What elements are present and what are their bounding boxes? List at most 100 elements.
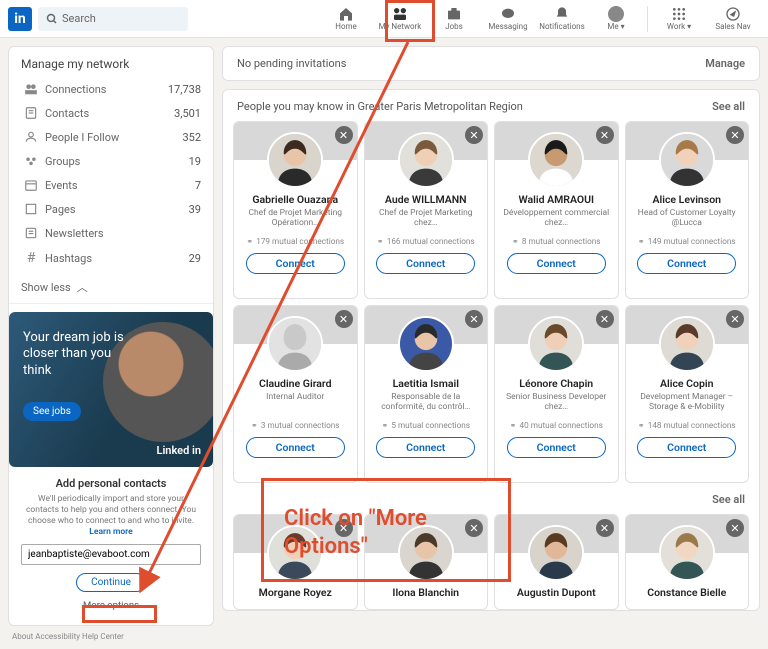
person-name: Walid AMRAOUI [501,194,612,206]
dismiss-button[interactable]: ✕ [465,126,483,144]
person-card[interactable]: ✕Alice LevinsonHead of Customer Loyalty … [625,121,750,299]
person-card[interactable]: ✕Alice CopinDevelopment Manager – Storag… [625,305,750,483]
connect-button[interactable]: Connect [637,437,736,458]
dismiss-button[interactable]: ✕ [596,310,614,328]
avatar [528,525,584,581]
nav-notifications[interactable]: Notifications [535,0,589,38]
manage-item-people-i-follow[interactable]: People I Follow352 [9,125,213,149]
invitations-bar: No pending invitations Manage [222,46,760,81]
connect-button[interactable]: Connect [507,437,606,458]
connect-button[interactable]: Connect [376,437,475,458]
person-role: Internal Auditor [240,392,351,414]
manage-item-pages[interactable]: Pages39 [9,197,213,221]
manage-item-icon [21,130,41,144]
manage-item-count: 7 [195,179,201,192]
add-contacts-desc: We'll periodically import and store your… [21,494,201,538]
compass-icon [725,6,741,22]
manage-item-label: Contacts [45,107,174,120]
manage-item-icon [21,82,41,96]
manage-item-count: 352 [182,131,201,144]
dismiss-button[interactable]: ✕ [726,519,744,537]
dismiss-button[interactable]: ✕ [726,126,744,144]
avatar [659,525,715,581]
avatar [398,132,454,188]
connect-button[interactable]: Connect [246,253,345,274]
link-icon: ⚭ [251,420,258,431]
manage-item-icon [21,202,41,216]
person-card[interactable]: ✕Augustin Dupont [494,514,619,610]
footer-links[interactable]: About Accessibility Help Center [8,626,214,641]
person-role: Head of Customer Loyalty @Lucca [632,208,743,230]
avatar [528,316,584,372]
search-box[interactable]: Search [38,7,188,31]
mutual-connections: ⚭179 mutual connections [240,236,351,247]
nav-messaging[interactable]: Messaging [481,0,535,38]
person-name: Léonore Chapin [501,378,612,390]
manage-item-groups[interactable]: Groups19 [9,149,213,173]
dismiss-button[interactable]: ✕ [335,126,353,144]
dismiss-button[interactable]: ✕ [596,126,614,144]
nav-home[interactable]: Home [319,0,373,38]
manage-item-count: 3,501 [174,107,201,120]
person-card[interactable]: ✕Constance Bielle [625,514,750,610]
show-less-toggle[interactable]: Show less ︿ [9,271,213,303]
avatar [398,316,454,372]
person-card[interactable]: ✕Gabrielle OuazanaChef de Projet Marketi… [233,121,358,299]
global-header: in Search Home My Network Jobs Messaging… [0,0,768,38]
manage-item-label: Connections [45,83,168,96]
person-card[interactable]: ✕Walid AMRAOUIDéveloppement commercial c… [494,121,619,299]
connect-button[interactable]: Connect [376,253,475,274]
person-card[interactable]: ✕Léonore ChapinSenior Business Developer… [494,305,619,483]
continue-button[interactable]: Continue [76,573,146,592]
manage-item-icon [21,154,41,168]
email-field[interactable] [21,544,201,565]
mutual-connections: ⚭8 mutual connections [501,236,612,247]
jobs-icon [446,6,462,22]
manage-item-count: 39 [189,203,201,216]
manage-item-count: 29 [189,252,201,265]
nav-me[interactable]: Me ▾ [589,0,643,38]
connect-button[interactable]: Connect [246,437,345,458]
manage-item-label: Hashtags [45,252,189,265]
nav-separator [647,6,648,32]
dismiss-button[interactable]: ✕ [335,310,353,328]
nav-work[interactable]: Work ▾ [652,0,706,38]
dismiss-button[interactable]: ✕ [596,519,614,537]
add-contacts-title: Add personal contacts [21,477,201,490]
avatar [659,132,715,188]
connect-button[interactable]: Connect [507,253,606,274]
manage-item-hashtags[interactable]: #Hashtags29 [9,245,213,271]
link-icon: ⚭ [512,236,519,247]
linkedin-logo[interactable]: in [8,7,32,31]
manage-item-newsletters[interactable]: Newsletters [9,221,213,245]
link-icon: ⚭ [246,236,253,247]
manage-item-events[interactable]: Events7 [9,173,213,197]
link-icon: ⚭ [638,420,645,431]
nav-sales-nav[interactable]: Sales Nav [706,0,760,38]
dismiss-button[interactable]: ✕ [465,310,483,328]
manage-invitations-link[interactable]: Manage [705,57,745,70]
dismiss-button[interactable]: ✕ [726,310,744,328]
pymk-see-all-link[interactable]: See all [712,100,745,113]
promo-headline: Your dream job is closer than you think [23,330,133,379]
promo-card[interactable]: Your dream job is closer than you think … [9,312,213,467]
person-card[interactable]: ✕Claudine GirardInternal Auditor⚭3 mutua… [233,305,358,483]
promo-cta-button[interactable]: See jobs [23,402,81,421]
pymk-see-all-link-2[interactable]: See all [712,493,745,506]
manage-item-connections[interactable]: Connections17,738 [9,77,213,101]
person-name: Laetitia Ismail [371,378,482,390]
connect-button[interactable]: Connect [637,253,736,274]
person-card[interactable]: ✕Aude WILLMANNChef de Projet Marketing c… [364,121,489,299]
annotation-box-more-options [82,605,157,623]
messaging-icon [500,6,516,22]
link-icon: ⚭ [381,420,388,431]
person-card[interactable]: ✕Laetitia IsmailResponsable de la confor… [364,305,489,483]
learn-more-link[interactable]: Learn more [89,527,132,537]
nav-jobs[interactable]: Jobs [427,0,481,38]
person-name: Morgane Royez [240,587,351,599]
manage-item-icon [21,106,41,120]
search-placeholder: Search [62,12,96,25]
mutual-connections: ⚭5 mutual connections [371,420,482,431]
manage-item-contacts[interactable]: Contacts3,501 [9,101,213,125]
person-name: Aude WILLMANN [371,194,482,206]
